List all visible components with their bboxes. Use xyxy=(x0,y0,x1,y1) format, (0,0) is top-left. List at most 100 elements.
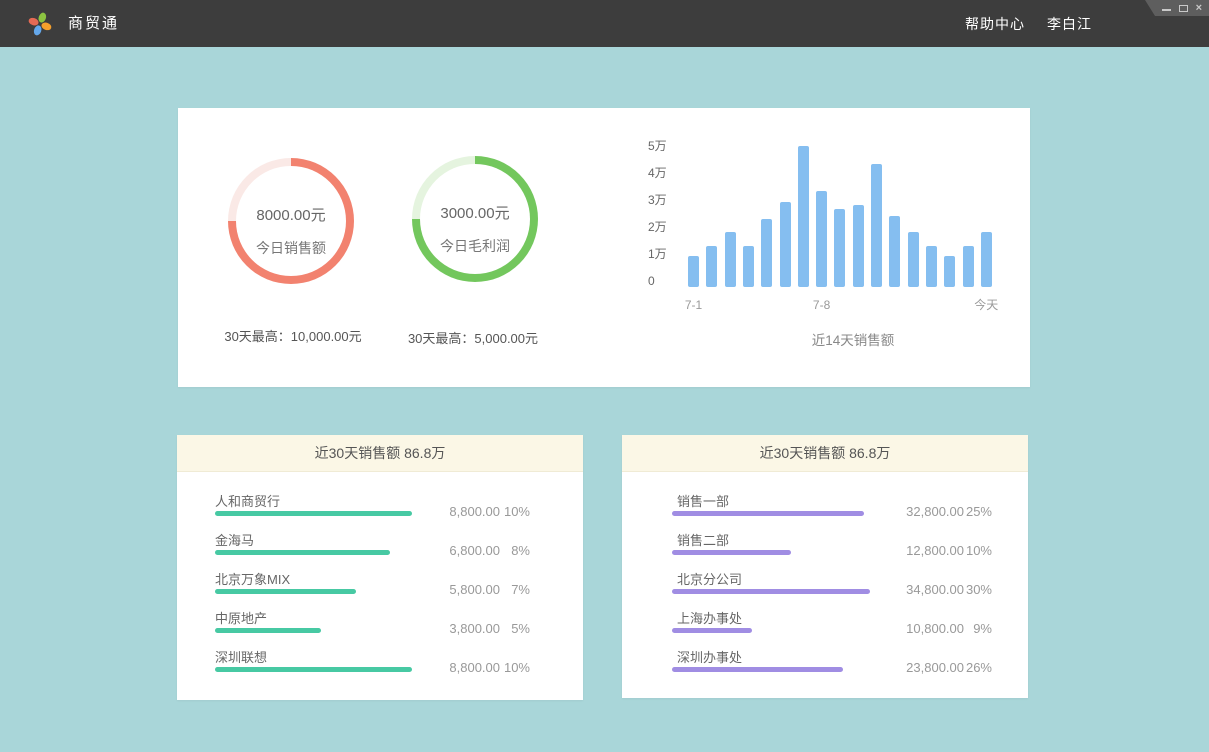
list-item: 北京分公司 34,800.0030% xyxy=(622,563,1028,602)
sales-amount: 8,800.00 xyxy=(390,504,500,519)
bar-chart-x-axis: 7-17-8今天 xyxy=(688,298,992,312)
daily-sales-bar xyxy=(981,232,992,287)
sales-amount: 5,800.00 xyxy=(390,582,500,597)
entity-name: 上海办事处 xyxy=(677,608,742,627)
y-axis-tick: 3万 xyxy=(648,193,667,207)
bar-chart-plot-area xyxy=(688,146,992,287)
list-item: 北京万象MIX5,800.007% xyxy=(177,563,583,602)
y-axis-tick: 2万 xyxy=(648,220,667,234)
daily-sales-bar xyxy=(944,256,955,287)
today-sales-center: 8000.00元 今日销售额 xyxy=(228,158,354,284)
today-sales-value: 8000.00元 xyxy=(256,206,325,226)
customer-sales-card-title: 近30天销售额 86.8万 xyxy=(177,435,583,472)
sales-amount: 3,800.00 xyxy=(390,621,500,636)
sales-percent: 30% xyxy=(956,582,992,597)
sales-percent: 8% xyxy=(494,543,530,558)
sales-percent: 10% xyxy=(494,660,530,675)
sales-percent: 10% xyxy=(494,504,530,519)
sales-progress-bar xyxy=(672,550,791,555)
x-axis-tick: 7-1 xyxy=(685,298,702,312)
daily-sales-bar xyxy=(834,209,845,287)
sales-amount: 32,800.00 xyxy=(854,504,964,519)
daily-sales-bar xyxy=(963,246,974,287)
sales-percent: 9% xyxy=(956,621,992,636)
today-profit-center: 3000.00元 今日毛利润 xyxy=(412,156,538,282)
entity-name: 销售一部 xyxy=(677,491,729,510)
entity-name: 中原地产 xyxy=(215,608,267,627)
sales-progress-bar xyxy=(672,628,752,633)
entity-name: 深圳联想 xyxy=(215,647,267,666)
sales-amount: 34,800.00 xyxy=(854,582,964,597)
today-sales-label: 今日销售额 xyxy=(256,238,326,258)
y-axis-tick: 4万 xyxy=(648,166,667,180)
sales-amount: 23,800.00 xyxy=(854,660,964,675)
y-axis-tick: 5万 xyxy=(648,139,667,153)
customer-sales-card: 近30天销售额 86.8万 人和商贸行8,800.0010%金海马6,800.0… xyxy=(177,435,583,700)
customer-sales-rows: 人和商贸行8,800.0010%金海马6,800.008%北京万象MIX5,80… xyxy=(177,472,583,680)
app-logo-icon xyxy=(26,10,54,38)
sales-percent: 10% xyxy=(956,543,992,558)
entity-name: 人和商贸行 xyxy=(215,491,280,510)
daily-sales-bar xyxy=(725,232,736,287)
list-item: 人和商贸行 8,800.0010% xyxy=(177,485,583,524)
list-item: 中原地产 3,800.005% xyxy=(177,602,583,641)
y-axis-tick: 1万 xyxy=(648,247,667,261)
today-profit-donut: 3000.00元 今日毛利润 xyxy=(412,156,538,282)
sales-progress-bar xyxy=(215,511,412,516)
x-axis-tick: 7-8 xyxy=(813,298,830,312)
topbar-links: 帮助中心 李白江 xyxy=(965,0,1092,47)
topbar: 商贸通 帮助中心 李白江 × xyxy=(0,0,1209,47)
daily-sales-bar xyxy=(871,164,882,287)
minimize-icon[interactable] xyxy=(1162,9,1171,11)
sales-progress-bar xyxy=(672,589,870,594)
department-sales-rows: 销售一部 32,800.0025% 销售二部 12,800.0010% 北京分公司 34,… xyxy=(622,472,1028,680)
window-controls: × xyxy=(1145,0,1209,16)
sales-amount: 12,800.00 xyxy=(854,543,964,558)
department-sales-card-title: 近30天销售额 86.8万 xyxy=(622,435,1028,472)
sales-percent: 26% xyxy=(956,660,992,675)
maximize-icon[interactable] xyxy=(1179,5,1188,12)
daily-sales-bar xyxy=(688,256,699,287)
entity-name: 深圳办事处 xyxy=(677,647,742,666)
daily-sales-bar xyxy=(926,246,937,287)
entity-name: 销售二部 xyxy=(677,530,729,549)
sales-percent: 25% xyxy=(956,504,992,519)
department-sales-card: 近30天销售额 86.8万 销售一部 32,800.0025% 销售二部 12,800… xyxy=(622,435,1028,698)
sales-progress-bar xyxy=(672,511,864,516)
sales-progress-bar xyxy=(215,667,412,672)
daily-sales-bar xyxy=(853,205,864,287)
sales-percent: 5% xyxy=(494,621,530,636)
app-window: 商贸通 帮助中心 李白江 × 8000.00元 今日销售额 30天最高：10,0… xyxy=(0,0,1209,752)
y-axis-tick: 0 xyxy=(648,274,655,288)
help-center-link[interactable]: 帮助中心 xyxy=(965,14,1025,34)
today-profit-value: 3000.00元 xyxy=(440,204,509,224)
close-icon[interactable]: × xyxy=(1196,3,1202,13)
entity-name: 北京分公司 xyxy=(677,569,742,588)
today-profit-label: 今日毛利润 xyxy=(440,236,510,256)
bar-chart-title: 近14天销售额 xyxy=(753,329,953,349)
daily-sales-bar xyxy=(743,246,754,287)
overview-card: 8000.00元 今日销售额 30天最高：10,000.00元 3000.00元… xyxy=(178,108,1030,387)
username-menu[interactable]: 李白江 xyxy=(1047,14,1092,34)
today-sales-donut: 8000.00元 今日销售额 xyxy=(228,158,354,284)
daily-sales-bar xyxy=(816,191,827,287)
daily-sales-bar xyxy=(761,219,772,287)
sales-progress-bar xyxy=(215,550,390,555)
app-title: 商贸通 xyxy=(68,0,119,47)
sales-amount: 6,800.00 xyxy=(390,543,500,558)
list-item: 上海办事处10,800.009% xyxy=(622,602,1028,641)
list-item: 销售二部 12,800.0010% xyxy=(622,524,1028,563)
sales-percent: 7% xyxy=(494,582,530,597)
entity-name: 金海马 xyxy=(215,530,254,549)
daily-sales-bar xyxy=(780,202,791,287)
x-axis-tick: 今天 xyxy=(974,298,998,312)
list-item: 金海马 6,800.008% xyxy=(177,524,583,563)
daily-sales-bar xyxy=(798,146,809,287)
profit-30day-max: 30天最高：5,000.00元 xyxy=(343,332,603,346)
sales-progress-bar xyxy=(215,589,356,594)
list-item: 深圳联想 8,800.0010% xyxy=(177,641,583,680)
sales-progress-bar xyxy=(672,667,843,672)
list-item: 销售一部 32,800.0025% xyxy=(622,485,1028,524)
sales-amount: 8,800.00 xyxy=(390,660,500,675)
list-item: 深圳办事处 23,800.0026% xyxy=(622,641,1028,680)
